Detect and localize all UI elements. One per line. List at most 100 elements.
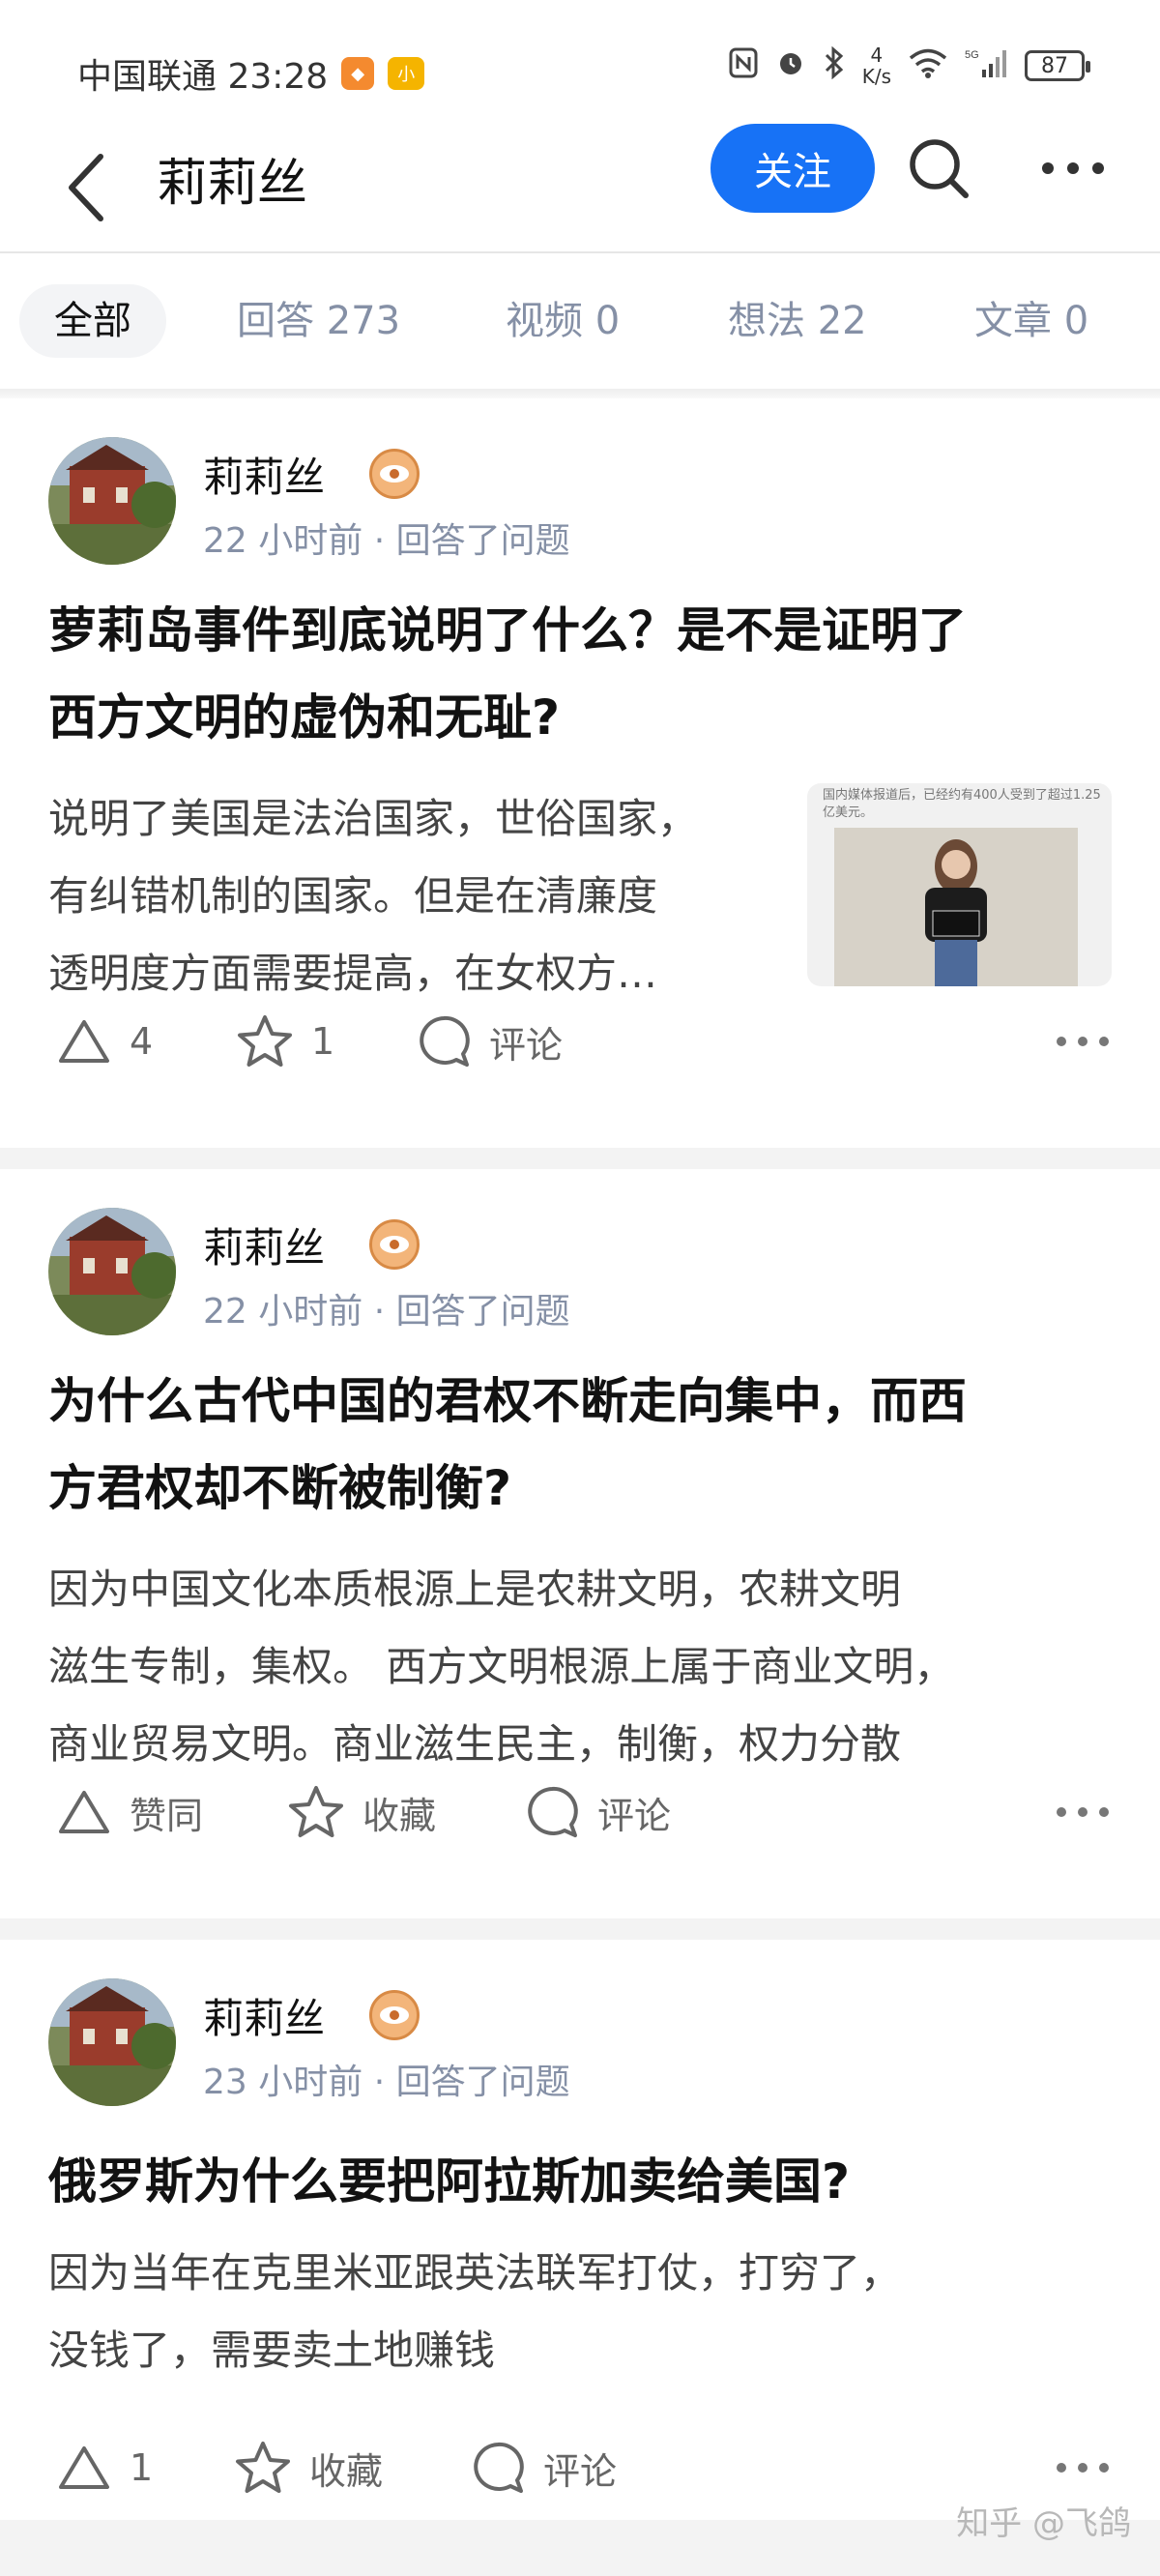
comment-bubble-icon bbox=[420, 1015, 470, 1067]
more-horizontal-icon bbox=[1057, 1807, 1109, 1817]
comment-bubble-icon bbox=[474, 2442, 524, 2493]
title-line: 为什么古代中国的君权不断走向集中，而西 bbox=[48, 1373, 967, 1429]
back-button[interactable] bbox=[60, 137, 118, 234]
wifi-icon bbox=[909, 47, 947, 85]
answer-excerpt[interactable]: 因为中国文化本质根源上是农耕文明，农耕文明 滋生专制，集权。 西方文明根源上属于… bbox=[48, 1551, 1121, 1783]
avatar[interactable] bbox=[48, 437, 176, 565]
alarm-icon bbox=[775, 47, 806, 85]
thumbnail-caption: 国内媒体报道后，已经约有400人受到了超过1.25亿美元。 bbox=[823, 788, 1101, 820]
creator-badge-icon bbox=[369, 449, 420, 499]
collect-label: 收藏 bbox=[309, 2449, 384, 2493]
tab-videos[interactable]: 视频 0 bbox=[506, 284, 620, 358]
title-line: 俄罗斯为什么要把阿拉斯加卖给美国? bbox=[48, 2153, 851, 2210]
mini-program-icon: 小 bbox=[388, 57, 425, 90]
comment-label: 评论 bbox=[543, 2449, 618, 2493]
question-title[interactable]: 萝莉岛事件到底说明了什么？是不是证明了 西方文明的虚伪和无耻? bbox=[48, 587, 1112, 761]
action-bar: 1 收藏 评论 bbox=[0, 2429, 1160, 2506]
title-line: 方君权却不断被制衡? bbox=[48, 1460, 512, 1516]
excerpt-line: 商业贸易文明。商业滋生民主，制衡，权力分散 bbox=[48, 1720, 902, 1768]
card-separator bbox=[0, 1148, 1160, 1169]
answer-excerpt[interactable]: 说明了美国是法治国家，世俗国家， 有纠错机制的国家。但是在清廉度 透明度方面需要… bbox=[48, 780, 793, 1012]
question-title[interactable]: 俄罗斯为什么要把阿拉斯加卖给美国? bbox=[48, 2138, 1112, 2225]
upvote-triangle-icon bbox=[59, 2446, 109, 2489]
question-title[interactable]: 为什么古代中国的君权不断走向集中，而西 方君权却不断被制衡? bbox=[48, 1358, 1112, 1532]
title-line: 西方文明的虚伪和无耻? bbox=[48, 689, 561, 746]
title-line: 萝莉岛事件到底说明了什么？是不是证明了 bbox=[48, 602, 967, 659]
collect-count: 1 bbox=[311, 1020, 335, 1063]
battery-indicator: 87 bbox=[1025, 50, 1090, 81]
more-options-button[interactable] bbox=[1034, 133, 1112, 203]
nfc-icon bbox=[729, 47, 758, 85]
author-name[interactable]: 莉莉丝 bbox=[203, 445, 325, 504]
feed-card[interactable]: 莉莉丝 22 小时前 · 回答了问题 萝莉岛事件到底说明了什么？是不是证明了 西… bbox=[0, 398, 1160, 1148]
answer-meta: 23 小时前 · 回答了问题 bbox=[203, 2063, 570, 2102]
excerpt-line: 透明度方面需要提高，在女权方… bbox=[48, 950, 658, 997]
upvote-button[interactable]: 1 bbox=[56, 2429, 153, 2506]
search-button[interactable] bbox=[904, 133, 973, 203]
status-bar: 中国联通 23:28 ◆ 小 4 K/s 5G 87 bbox=[0, 0, 1160, 135]
tab-thoughts[interactable]: 想法 22 bbox=[728, 284, 867, 358]
card-more-button[interactable] bbox=[1054, 1020, 1112, 1063]
content-tabs: 全部 回答 273 视频 0 想法 22 文章 0 bbox=[0, 253, 1160, 389]
upvote-label: 赞同 bbox=[130, 1794, 204, 1837]
tabs-divider bbox=[0, 389, 1160, 398]
collect-button[interactable]: 收藏 bbox=[234, 2429, 383, 2506]
avatar[interactable] bbox=[48, 1208, 176, 1335]
app-notification-icon: ◆ bbox=[341, 57, 375, 90]
tab-articles[interactable]: 文章 0 bbox=[974, 284, 1088, 358]
more-horizontal-icon bbox=[1057, 2463, 1109, 2473]
net-speed-value: 4 bbox=[870, 44, 884, 67]
collect-label: 收藏 bbox=[362, 1794, 437, 1837]
collect-button[interactable]: 收藏 bbox=[287, 1773, 436, 1851]
star-icon bbox=[289, 1786, 343, 1837]
card-separator bbox=[0, 1918, 1160, 1940]
upvote-button[interactable]: 4 bbox=[56, 1003, 153, 1080]
search-icon bbox=[910, 139, 969, 198]
answer-thumbnail[interactable]: 国内媒体报道后，已经约有400人受到了超过1.25亿美元。 bbox=[807, 783, 1112, 986]
comment-bubble-icon bbox=[528, 1786, 578, 1837]
excerpt-line: 因为中国文化本质根源上是农耕文明，农耕文明 bbox=[48, 1566, 902, 1613]
follow-button[interactable]: 关注 bbox=[710, 124, 875, 213]
more-horizontal-icon bbox=[1057, 1037, 1109, 1046]
carrier-time: 中国联通 23:28 bbox=[77, 57, 329, 97]
feed-card[interactable]: 莉莉丝 23 小时前 · 回答了问题 俄罗斯为什么要把阿拉斯加卖给美国? 因为当… bbox=[0, 1940, 1160, 2520]
signal-icon: 5G bbox=[965, 46, 1007, 86]
network-speed: 4 K/s bbox=[862, 44, 891, 87]
comment-button[interactable]: 评论 bbox=[470, 2429, 617, 2506]
excerpt-line: 因为当年在克里米亚跟英法联军打仗，打穷了， bbox=[48, 2249, 902, 2297]
author-name[interactable]: 莉莉丝 bbox=[203, 1215, 325, 1274]
action-bar: 赞同 收藏 评论 bbox=[0, 1773, 1160, 1851]
answer-excerpt[interactable]: 因为当年在克里米亚跟英法联军打仗，打穷了， 没钱了，需要卖土地赚钱 bbox=[48, 2235, 1121, 2389]
avatar[interactable] bbox=[48, 1978, 176, 2106]
creator-badge-icon bbox=[369, 1219, 420, 1270]
more-horizontal-icon bbox=[1042, 162, 1104, 174]
comment-button[interactable]: 评论 bbox=[416, 1003, 563, 1080]
comment-button[interactable]: 评论 bbox=[524, 1773, 671, 1851]
feed-card[interactable]: 莉莉丝 22 小时前 · 回答了问题 为什么古代中国的君权不断走向集中，而西 方… bbox=[0, 1169, 1160, 1918]
answer-meta: 22 小时前 · 回答了问题 bbox=[203, 521, 570, 561]
answer-meta: 22 小时前 · 回答了问题 bbox=[203, 1292, 570, 1332]
upvote-count: 1 bbox=[130, 2446, 154, 2489]
upvote-count: 4 bbox=[130, 1020, 154, 1063]
tab-answers[interactable]: 回答 273 bbox=[237, 284, 400, 358]
excerpt-line: 有纠错机制的国家。但是在清廉度 bbox=[48, 872, 658, 920]
excerpt-line: 滋生专制，集权。 西方文明根源上属于商业文明， bbox=[48, 1643, 955, 1690]
page-title: 莉莉丝 bbox=[157, 155, 308, 213]
card-more-button[interactable] bbox=[1054, 2446, 1112, 2489]
author-name[interactable]: 莉莉丝 bbox=[203, 1986, 325, 2045]
upvote-triangle-icon bbox=[59, 1020, 109, 1063]
excerpt-line: 没钱了，需要卖土地赚钱 bbox=[48, 2327, 496, 2374]
net-speed-unit: K/s bbox=[861, 65, 891, 88]
comment-label: 评论 bbox=[489, 1023, 564, 1067]
card-more-button[interactable] bbox=[1054, 1791, 1112, 1833]
upvote-button[interactable]: 赞同 bbox=[56, 1773, 203, 1851]
star-icon bbox=[238, 1015, 292, 1067]
upvote-triangle-icon bbox=[59, 1791, 109, 1833]
svg-text:5G: 5G bbox=[965, 49, 979, 61]
bluetooth-icon bbox=[824, 45, 845, 86]
chevron-left-icon bbox=[69, 154, 103, 221]
comment-label: 评论 bbox=[597, 1794, 672, 1837]
excerpt-line: 说明了美国是法治国家，世俗国家， bbox=[48, 795, 699, 842]
tab-all[interactable]: 全部 bbox=[19, 284, 166, 358]
collect-button[interactable]: 1 bbox=[236, 1003, 334, 1080]
